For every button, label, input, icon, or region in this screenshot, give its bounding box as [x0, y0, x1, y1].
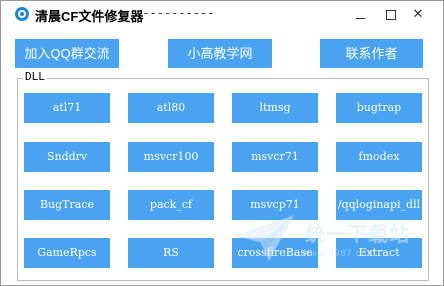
- contact-author-button[interactable]: 联系作者: [320, 39, 423, 68]
- maximize-icon: [386, 10, 396, 20]
- dll-button-atl71[interactable]: atl71: [24, 93, 110, 123]
- dll-button-qqloginapi-dll[interactable]: /qqloginapi_dll: [336, 190, 422, 220]
- dll-button-extract[interactable]: Extract: [336, 238, 422, 268]
- dll-button-snddrv[interactable]: Snddrv: [24, 142, 110, 172]
- window-title-suffix: -----------: [135, 6, 215, 20]
- dll-button-msvcr71[interactable]: msvcr71: [232, 142, 318, 172]
- teaching-site-button[interactable]: 小高教学网: [168, 39, 272, 68]
- dll-button-atl80[interactable]: atl80: [128, 93, 214, 123]
- app-window: 清晨CF文件修复器 ----------- ✕ 加入QQ群交流 小高教学网 联系…: [0, 0, 444, 286]
- dll-button-ltmsg[interactable]: ltmsg: [232, 93, 318, 123]
- dll-button-msvcp71[interactable]: msvcp71: [232, 190, 318, 220]
- dll-button-bugtrace[interactable]: BugTrace: [24, 190, 110, 220]
- dll-button-pack-cf[interactable]: pack_cf: [128, 190, 214, 220]
- window-title: 清晨CF文件修复器: [35, 9, 144, 24]
- close-button[interactable]: ✕: [410, 8, 426, 22]
- minimize-icon: [356, 18, 365, 19]
- maximize-button[interactable]: [383, 8, 399, 22]
- dll-button-bugtrap[interactable]: bugtrap: [336, 93, 422, 123]
- app-logo-icon: [15, 7, 29, 21]
- title-bar: 清晨CF文件修复器 ----------- ✕: [1, 1, 443, 31]
- dll-button-fmodex[interactable]: fmodex: [336, 142, 422, 172]
- dll-button-msvcr100[interactable]: msvcr100: [128, 142, 214, 172]
- minimize-button[interactable]: [353, 8, 369, 22]
- dll-group-label: DLL: [23, 70, 47, 83]
- join-qq-group-button[interactable]: 加入QQ群交流: [15, 39, 119, 68]
- dll-button-crossfirebase[interactable]: crossfireBase: [232, 238, 318, 268]
- dll-button-gamerpcs[interactable]: GameRpcs: [24, 238, 110, 268]
- close-icon: ✕: [412, 7, 424, 22]
- dll-button-rs[interactable]: RS: [128, 238, 214, 268]
